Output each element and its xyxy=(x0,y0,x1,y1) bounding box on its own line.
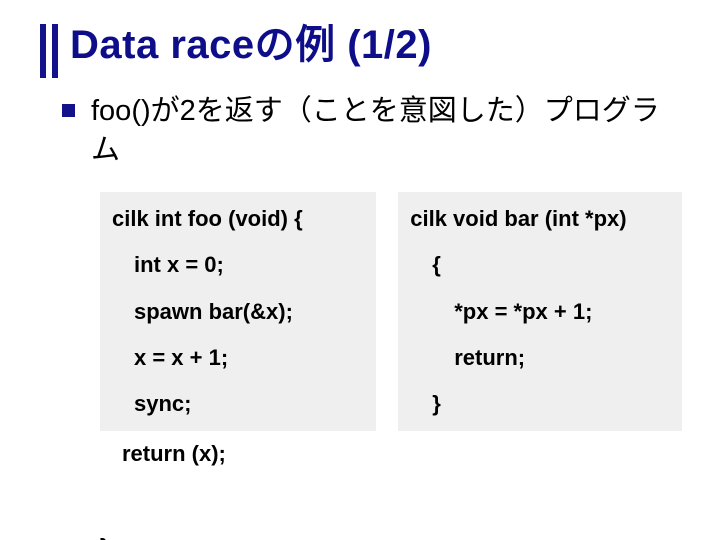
code-block-foo-tail: return (x); } xyxy=(100,431,682,540)
code-line: x = x + 1; xyxy=(112,335,364,381)
code-line: cilk int foo (void) { xyxy=(112,206,303,231)
accent-bar-icon xyxy=(52,24,58,78)
code-block-bar: cilk void bar (int *px) { *px = *px + 1;… xyxy=(398,192,682,431)
code-line: return (x); xyxy=(100,431,682,477)
bullet-text: foo()が2を返す（ことを意図した）プログラム xyxy=(91,92,682,170)
square-bullet-icon xyxy=(62,104,75,117)
code-line: { xyxy=(410,242,670,288)
code-line: return; xyxy=(410,335,670,381)
code-line: spawn bar(&x); xyxy=(112,289,364,335)
slide: Data raceの例 (1/2) foo()が2を返す（ことを意図した）プログ… xyxy=(0,0,720,540)
code-block-foo: cilk int foo (void) { int x = 0; spawn b… xyxy=(100,192,376,431)
code-line: sync; xyxy=(112,381,364,427)
code-line: } xyxy=(410,381,670,427)
code-line: *px = *px + 1; xyxy=(410,289,670,335)
code-line: cilk void bar (int *px) xyxy=(410,206,626,231)
title-block: Data raceの例 (1/2) xyxy=(70,22,682,68)
code-line: int x = 0; xyxy=(112,242,364,288)
code-columns: cilk int foo (void) { int x = 0; spawn b… xyxy=(100,192,682,431)
code-line: } xyxy=(100,534,109,540)
accent-bar-icon xyxy=(40,24,46,78)
slide-title: Data raceの例 (1/2) xyxy=(70,22,682,68)
bullet-item: foo()が2を返す（ことを意図した）プログラム xyxy=(62,92,682,170)
